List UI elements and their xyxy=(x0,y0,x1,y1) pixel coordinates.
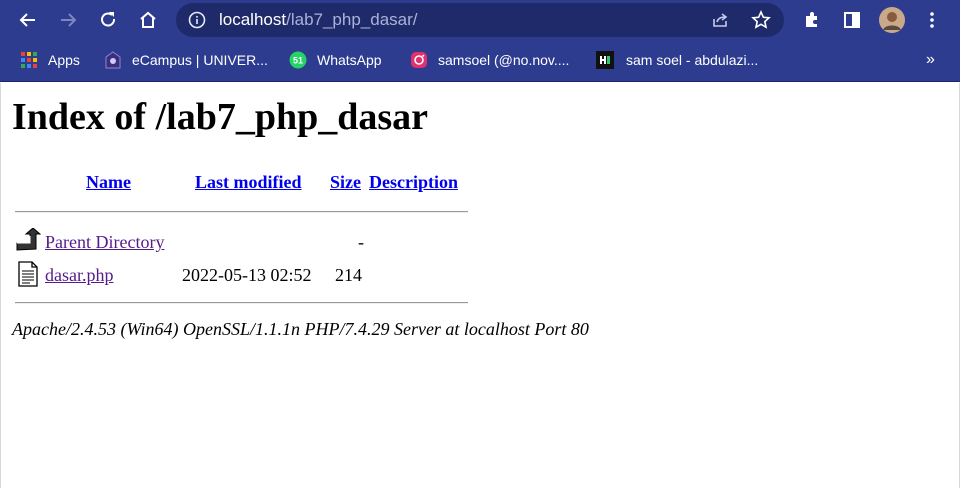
site-icon xyxy=(596,51,614,69)
row-size: 214 xyxy=(335,265,362,285)
home-icon[interactable] xyxy=(132,4,164,36)
bookmark-instagram[interactable]: samsoel (@no.nov.... xyxy=(410,49,569,71)
row-size: - xyxy=(358,232,364,252)
info-icon[interactable] xyxy=(188,11,206,29)
kebab-menu-icon[interactable] xyxy=(916,4,948,36)
column-header-description[interactable]: Description xyxy=(369,172,458,193)
apps-grid-icon xyxy=(21,52,37,68)
bookmark-whatsapp[interactable]: 51 WhatsApp xyxy=(289,49,382,71)
address-bar[interactable]: localhost/lab7_php_dasar/ xyxy=(176,3,784,37)
back-arrow-icon[interactable] xyxy=(12,4,44,36)
text-file-icon xyxy=(18,261,38,287)
bookmark-ecampus[interactable]: eCampus | UNIVER... xyxy=(104,49,268,71)
whatsapp-badge: 51 xyxy=(293,56,303,66)
bookmarks-overflow-button[interactable]: » xyxy=(926,49,935,71)
reload-icon[interactable] xyxy=(92,4,124,36)
column-header-last-modified[interactable]: Last modified xyxy=(195,172,302,193)
server-signature: Apache/2.4.53 (Win64) OpenSSL/1.1.1n PHP… xyxy=(12,319,589,339)
bookmark-apps[interactable]: Apps xyxy=(20,49,80,71)
whatsapp-icon: 51 xyxy=(289,51,307,69)
bookmark-site[interactable]: sam soel - abdulazi... xyxy=(596,49,758,71)
puzzle-icon[interactable] xyxy=(796,4,828,36)
bookmark-label: sam soel - abdulazi... xyxy=(626,52,759,68)
bookmark-label: samsoel (@no.nov.... xyxy=(438,52,570,68)
bookmark-label: eCampus | UNIVER... xyxy=(132,52,268,68)
parent-directory-link[interactable]: Parent Directory xyxy=(45,232,164,253)
side-panel-icon[interactable] xyxy=(836,4,868,36)
instagram-icon xyxy=(411,52,427,68)
divider xyxy=(15,211,468,213)
forward-arrow-icon[interactable] xyxy=(52,4,84,36)
column-header-name[interactable]: Name xyxy=(86,172,131,193)
url-host: localhost xyxy=(219,10,287,29)
divider xyxy=(15,302,468,304)
page-title: Index of /lab7_php_dasar xyxy=(12,96,429,138)
file-link-dasar-php[interactable]: dasar.php xyxy=(45,265,113,286)
browser-toolbar: localhost/lab7_php_dasar/ xyxy=(0,0,960,40)
parent-directory-icon xyxy=(16,228,41,251)
ecampus-icon xyxy=(105,51,121,69)
bookmarks-bar: Apps eCampus | UNIVER... 51 WhatsApp sam… xyxy=(0,40,960,82)
bookmark-star-icon[interactable] xyxy=(751,10,771,30)
url-text[interactable]: localhost/lab7_php_dasar/ xyxy=(219,10,418,30)
avatar[interactable] xyxy=(876,4,908,36)
page-content: Index of /lab7_php_dasar Name Last modif… xyxy=(0,83,960,488)
bookmark-label: Apps xyxy=(48,52,80,68)
share-icon[interactable] xyxy=(710,10,730,30)
column-header-size[interactable]: Size xyxy=(330,172,361,193)
row-last-modified: 2022-05-13 02:52 xyxy=(182,265,312,285)
bookmark-label: WhatsApp xyxy=(317,52,382,68)
url-path: /lab7_php_dasar/ xyxy=(286,10,418,29)
